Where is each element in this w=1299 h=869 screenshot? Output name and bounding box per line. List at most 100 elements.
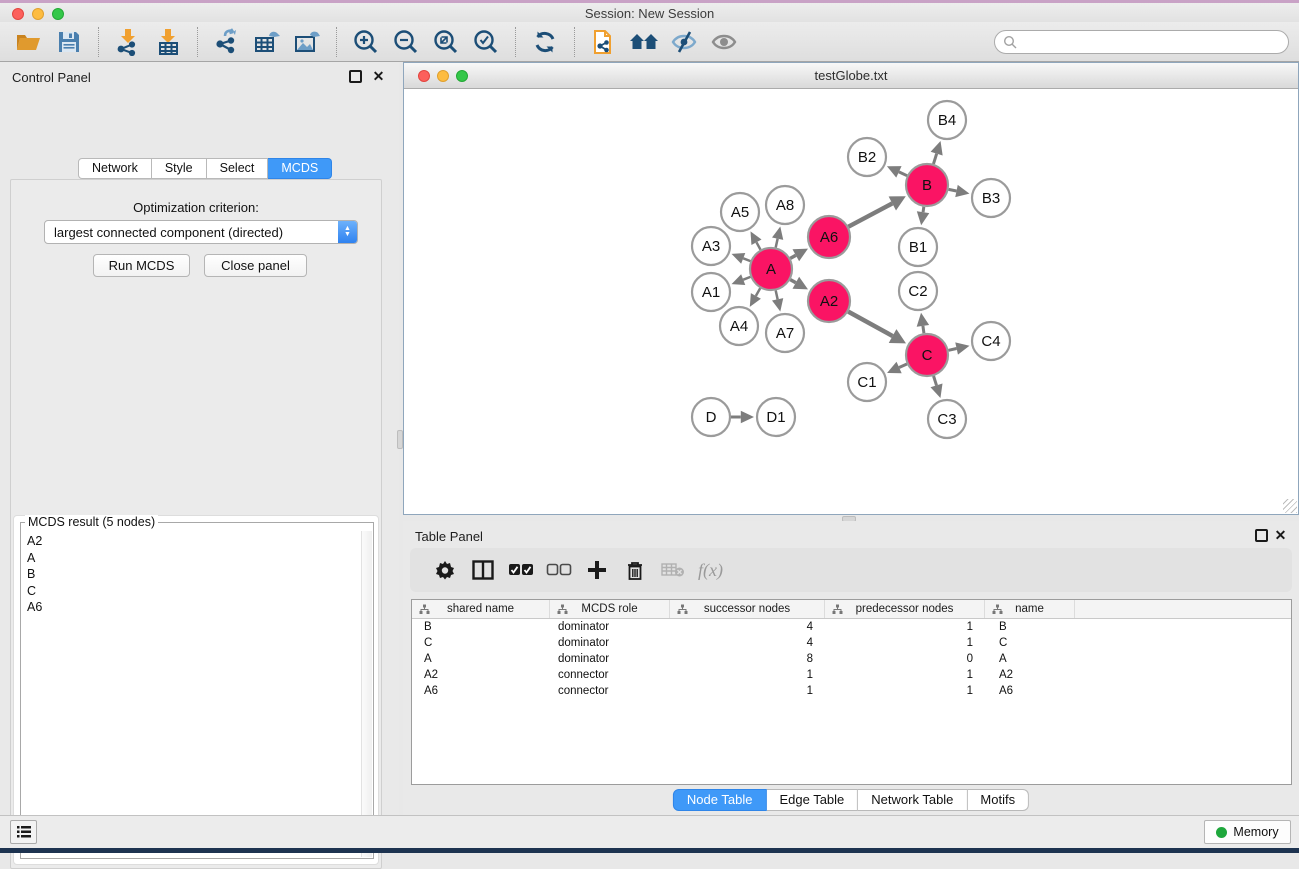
table-row[interactable]: A6connector11A6 <box>412 683 1291 699</box>
edge-A-A4[interactable] <box>756 288 760 296</box>
close-panel-icon[interactable]: ✕ <box>372 70 385 83</box>
deselect-all-icon[interactable] <box>540 553 578 587</box>
cell-name[interactable]: A2 <box>985 667 1075 683</box>
result-item[interactable]: A <box>27 550 361 567</box>
tab-mcds[interactable]: MCDS <box>268 158 332 179</box>
export-network-icon[interactable] <box>207 26 247 58</box>
cell-shared-name[interactable]: A6 <box>412 683 550 699</box>
search-input[interactable] <box>994 30 1289 54</box>
eye-icon[interactable] <box>704 26 744 58</box>
refresh-icon[interactable] <box>525 26 565 58</box>
settings-gear-icon[interactable] <box>426 553 464 587</box>
cell-predecessor-nodes[interactable]: 1 <box>825 667 985 683</box>
save-session-icon[interactable] <box>49 26 89 58</box>
column-header-successor-nodes[interactable]: successor nodes <box>670 600 825 618</box>
homes-icon[interactable] <box>624 26 664 58</box>
cell-MCDS-role[interactable]: dominator <box>550 619 670 635</box>
zoom-fit-icon[interactable] <box>426 26 466 58</box>
edge-A-A2[interactable] <box>790 280 796 283</box>
cell-successor-nodes[interactable]: 4 <box>670 619 825 635</box>
edge-C-C3[interactable] <box>934 376 937 385</box>
table-row[interactable]: Cdominator41C <box>412 635 1291 651</box>
result-item[interactable]: A2 <box>27 533 361 550</box>
edge-B-B2[interactable] <box>899 172 907 176</box>
edge-A-A8[interactable] <box>776 239 778 248</box>
cell-successor-nodes[interactable]: 1 <box>670 667 825 683</box>
cell-name[interactable]: B <box>985 619 1075 635</box>
import-network-icon[interactable] <box>108 26 148 58</box>
zoom-in-icon[interactable] <box>346 26 386 58</box>
edge-A-A3[interactable] <box>743 258 750 261</box>
cell-MCDS-role[interactable]: connector <box>550 667 670 683</box>
table-row[interactable]: Bdominator41B <box>412 619 1291 635</box>
tab-network[interactable]: Network <box>78 158 152 179</box>
close-panel-button[interactable]: Close panel <box>204 254 307 277</box>
network-document-icon[interactable] <box>584 26 624 58</box>
import-table-icon[interactable] <box>148 26 188 58</box>
result-item[interactable]: C <box>27 583 361 600</box>
tab-network-table[interactable]: Network Table <box>858 789 967 811</box>
cell-MCDS-role[interactable]: dominator <box>550 635 670 651</box>
edge-C-C2[interactable] <box>923 326 924 333</box>
export-table-icon[interactable] <box>247 26 287 58</box>
cell-shared-name[interactable]: C <box>412 635 550 651</box>
add-row-icon[interactable] <box>578 553 616 587</box>
column-header-shared-name[interactable]: shared name <box>412 600 550 618</box>
close-table-panel-icon[interactable]: ✕ <box>1274 529 1287 542</box>
criterion-select[interactable]: largest connected component (directed) ▲… <box>44 220 358 244</box>
float-panel-icon[interactable] <box>349 70 362 83</box>
edge-B-B1[interactable] <box>923 207 924 212</box>
node-table[interactable]: shared nameMCDS rolesuccessor nodesprede… <box>411 599 1292 785</box>
zoom-out-icon[interactable] <box>386 26 426 58</box>
cell-predecessor-nodes[interactable]: 1 <box>825 683 985 699</box>
vertical-splitter-grip[interactable] <box>397 430 403 449</box>
edge-A-A5[interactable] <box>756 242 760 249</box>
edge-A-A1[interactable] <box>743 277 750 280</box>
select-all-icon[interactable] <box>502 553 540 587</box>
mcds-result-list[interactable]: A2ABCA6 <box>22 531 361 857</box>
tab-edge-table[interactable]: Edge Table <box>766 789 858 811</box>
columns-icon[interactable] <box>464 553 502 587</box>
result-item[interactable]: A6 <box>27 599 361 616</box>
export-image-icon[interactable] <box>287 26 327 58</box>
tab-select[interactable]: Select <box>207 158 269 179</box>
cell-successor-nodes[interactable]: 8 <box>670 651 825 667</box>
tab-style[interactable]: Style <box>152 158 207 179</box>
cell-successor-nodes[interactable]: 1 <box>670 683 825 699</box>
edge-C-C1[interactable] <box>899 364 907 368</box>
tab-motifs[interactable]: Motifs <box>967 789 1029 811</box>
edge-B-B3[interactable] <box>949 189 957 191</box>
table-row[interactable]: Adominator80A <box>412 651 1291 667</box>
task-history-button[interactable] <box>10 820 37 844</box>
search-field[interactable] <box>1022 32 1288 52</box>
edge-A2-C[interactable] <box>848 312 892 336</box>
cell-shared-name[interactable]: A <box>412 651 550 667</box>
window-resize-grip[interactable] <box>1283 499 1297 513</box>
edge-A6-B[interactable] <box>848 203 892 226</box>
cell-successor-nodes[interactable]: 4 <box>670 635 825 651</box>
cell-shared-name[interactable]: B <box>412 619 550 635</box>
cell-MCDS-role[interactable]: dominator <box>550 651 670 667</box>
cell-predecessor-nodes[interactable]: 1 <box>825 635 985 651</box>
edge-A-A7[interactable] <box>776 290 778 299</box>
delete-rows-icon[interactable] <box>616 553 654 587</box>
edge-A-A6[interactable] <box>790 255 796 258</box>
cell-MCDS-role[interactable]: connector <box>550 683 670 699</box>
edge-B-B4[interactable] <box>933 154 936 164</box>
tab-node-table[interactable]: Node Table <box>673 789 767 811</box>
column-header-MCDS-role[interactable]: MCDS role <box>550 600 670 618</box>
zoom-selected-icon[interactable] <box>466 26 506 58</box>
memory-button[interactable]: Memory <box>1204 820 1291 844</box>
hide-eye-icon[interactable] <box>664 26 704 58</box>
result-item[interactable]: B <box>27 566 361 583</box>
table-row[interactable]: A2connector11A2 <box>412 667 1291 683</box>
float-table-panel-icon[interactable] <box>1255 529 1268 542</box>
cell-predecessor-nodes[interactable]: 0 <box>825 651 985 667</box>
cell-name[interactable]: A <box>985 651 1075 667</box>
cell-name[interactable]: A6 <box>985 683 1075 699</box>
result-scrollbar[interactable] <box>361 531 372 857</box>
column-header-predecessor-nodes[interactable]: predecessor nodes <box>825 600 985 618</box>
edge-C-C4[interactable] <box>948 349 956 351</box>
column-header-name[interactable]: name <box>985 600 1075 618</box>
cell-shared-name[interactable]: A2 <box>412 667 550 683</box>
